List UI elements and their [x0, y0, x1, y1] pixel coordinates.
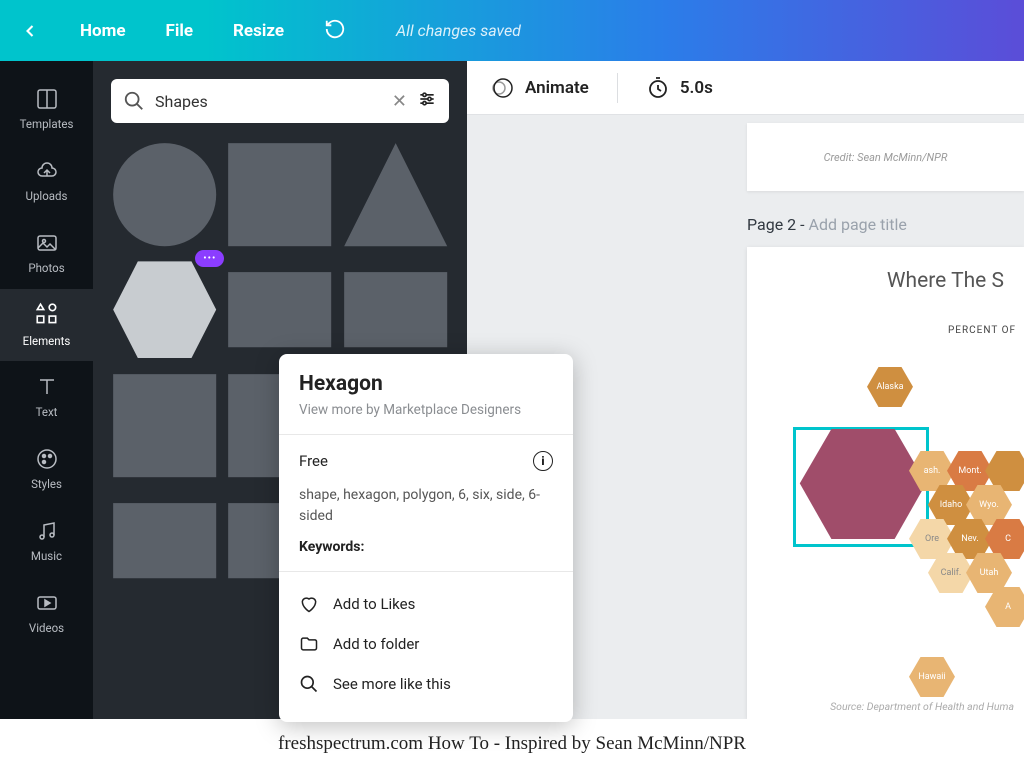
rail-music[interactable]: Music	[0, 505, 93, 577]
rail-uploads[interactable]: Uploads	[0, 145, 93, 217]
save-status: All changes saved	[396, 21, 521, 40]
credit-text: Credit: Sean McMinn/NPR	[824, 151, 948, 164]
shape-options-icon[interactable]: •••	[195, 250, 224, 267]
home-button[interactable]: Home	[80, 21, 126, 41]
rail-videos[interactable]: Videos	[0, 577, 93, 649]
shape-triangle[interactable]	[342, 141, 449, 248]
folder-icon	[299, 634, 319, 654]
add-to-folder-button[interactable]: Add to folder	[299, 624, 553, 664]
hex-hawaii[interactable]: Hawaii	[909, 657, 955, 697]
footer-caption: freshspectrum.com How To - Inspired by S…	[0, 719, 1024, 768]
shape-hexagon[interactable]: •••	[111, 256, 218, 363]
filter-icon[interactable]	[417, 89, 437, 113]
shape-rect-1[interactable]	[226, 256, 333, 363]
keywords-label: Keywords:	[299, 539, 553, 555]
main-area: Templates Uploads Photos Elements Text S…	[0, 61, 1024, 719]
popover-author-link[interactable]: View more by Marketplace Designers	[299, 402, 553, 418]
side-rail: Templates Uploads Photos Elements Text S…	[0, 61, 93, 719]
add-to-likes-button[interactable]: Add to Likes	[299, 584, 553, 624]
element-info-popover: Hexagon View more by Marketplace Designe…	[279, 354, 573, 722]
elements-panel: ✕ ••• ‹ Hexagon	[93, 61, 467, 719]
animate-icon	[491, 76, 515, 100]
timer-icon	[646, 76, 670, 100]
rail-elements[interactable]: Elements	[0, 289, 93, 361]
see-more-button[interactable]: See more like this	[299, 664, 553, 704]
clear-search-icon[interactable]: ✕	[392, 91, 407, 112]
popover-title: Hexagon	[299, 372, 553, 396]
rail-text[interactable]: Text	[0, 361, 93, 433]
search-icon	[299, 674, 319, 694]
previous-page-preview[interactable]: Credit: Sean McMinn/NPR	[747, 123, 1024, 191]
canvas-toolbar: Animate 5.0s	[467, 61, 1024, 115]
source-text: Source: Department of Health and Huma	[830, 700, 1014, 713]
search-bar: ✕	[111, 79, 449, 123]
hex-alaska[interactable]: Alaska	[867, 367, 913, 407]
shape-square[interactable]	[226, 141, 333, 248]
shape-circle[interactable]	[111, 141, 218, 248]
element-tags: shape, hexagon, polygon, 6, six, side, 6…	[299, 485, 553, 527]
rail-templates[interactable]: Templates	[0, 73, 93, 145]
rail-styles[interactable]: Styles	[0, 433, 93, 505]
heart-icon	[299, 594, 319, 614]
top-bar: Home File Resize All changes saved	[0, 0, 1024, 61]
search-icon	[123, 90, 145, 112]
resize-menu[interactable]: Resize	[233, 21, 284, 41]
animate-button[interactable]: Animate	[491, 76, 589, 100]
hex-az[interactable]: A	[985, 587, 1024, 627]
shape-rect-2[interactable]	[342, 256, 449, 363]
page-label[interactable]: Page 2 - Add page title	[747, 215, 907, 234]
rail-photos[interactable]: Photos	[0, 217, 93, 289]
chart-title: Where The S	[887, 269, 1004, 293]
canvas-page[interactable]: Where The S PERCENT OF Alaska ash. Mont.…	[747, 247, 1024, 719]
info-icon[interactable]: i	[533, 451, 553, 471]
undo-icon[interactable]	[324, 18, 346, 44]
duration-button[interactable]: 5.0s	[646, 76, 713, 100]
shape-rect-6[interactable]	[111, 487, 218, 594]
percent-label: PERCENT OF	[948, 325, 1016, 336]
back-icon[interactable]	[20, 21, 40, 41]
shape-rect-3[interactable]	[111, 372, 218, 479]
toolbar-divider	[617, 73, 618, 103]
hex-selected[interactable]	[799, 429, 927, 539]
file-menu[interactable]: File	[166, 21, 194, 41]
price-label: Free	[299, 452, 328, 470]
search-input[interactable]	[155, 92, 382, 111]
